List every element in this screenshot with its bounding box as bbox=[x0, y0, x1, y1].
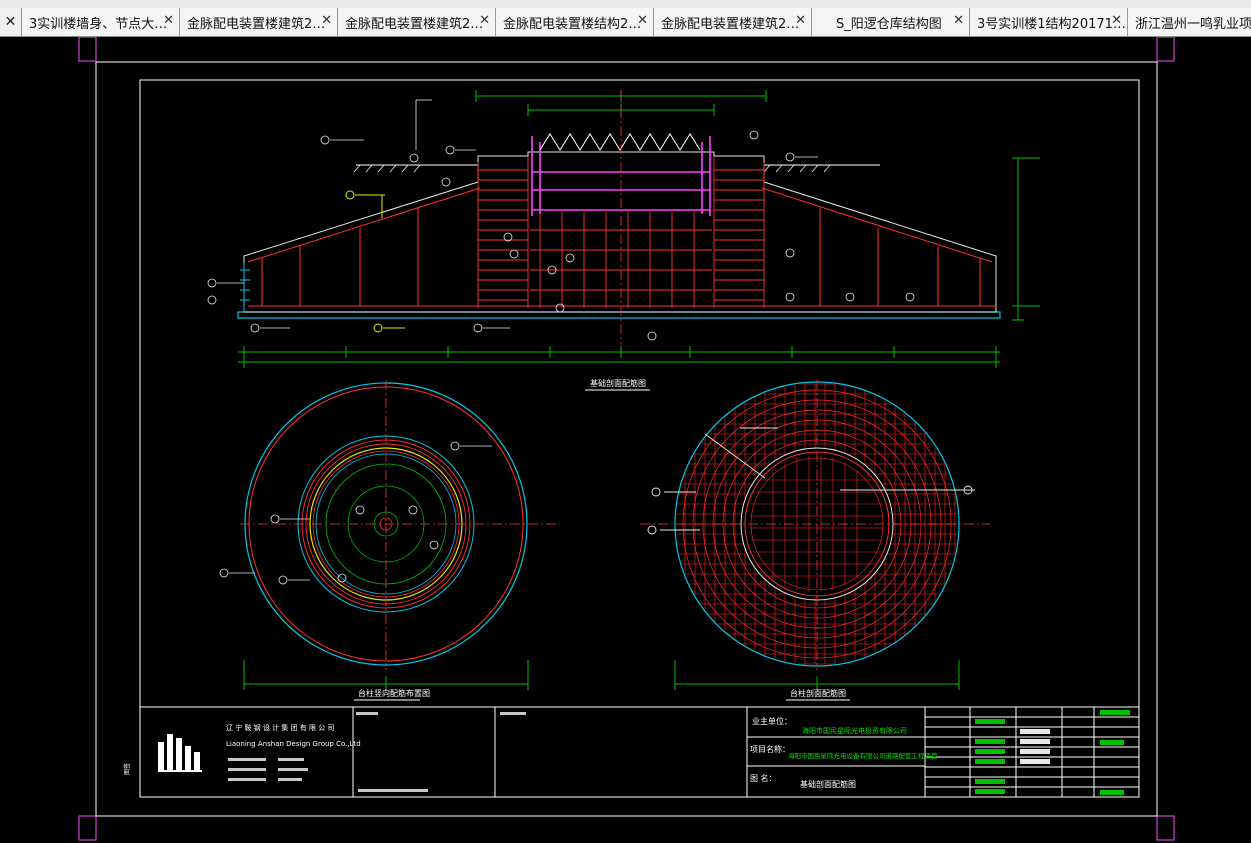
drawing-frame bbox=[139, 79, 1140, 798]
project-value: 海阳市国民星际光电设备有限公司道路配套工程项目 bbox=[788, 751, 938, 760]
close-icon[interactable]: ✕ bbox=[163, 13, 174, 28]
tab-label: 金脉配电装置楼建筑2… bbox=[187, 16, 326, 32]
tab-label: 3实训楼墙身、节点大… bbox=[29, 16, 168, 32]
drawing-tab[interactable]: 金脉配电装置楼建筑2… ✕ bbox=[337, 8, 495, 36]
drawing-tab[interactable]: 3实训楼墙身、节点大… ✕ bbox=[21, 8, 179, 36]
title-block-grid-marks bbox=[975, 710, 1130, 795]
close-icon[interactable]: ✕ bbox=[479, 13, 490, 28]
company-logo bbox=[158, 734, 202, 772]
drawing-tab-bar: ✕ 3实训楼墙身、节点大… ✕ 金脉配电装置楼建筑2… ✕ 金脉配电装置楼建筑2… ✕… bbox=[0, 8, 1251, 37]
drawing-tab[interactable]: 浙江温州一鸣乳业项… bbox=[1127, 8, 1251, 36]
close-icon[interactable]: ✕ bbox=[321, 13, 332, 28]
drawing-canvas[interactable]: 基础剖面配筋图 台柱竖向配筋布置图 台柱剖面配筋图 辽 宁 鞍 钢 设 计 集 … bbox=[0, 37, 1251, 843]
close-icon: ✕ bbox=[4, 14, 17, 30]
company-name-cn: 辽 宁 鞍 钢 设 计 集 团 有 限 公 司 bbox=[226, 723, 334, 732]
drawing-tab[interactable]: 金脉配电装置楼建筑2… ✕ bbox=[179, 8, 337, 36]
drawing-tab[interactable]: 金脉配电装置楼建筑2… ✕ bbox=[653, 8, 811, 36]
drawing-name-label: 图 名： bbox=[750, 773, 777, 783]
column-vertical-rebar-plan: 台柱竖向配筋布置图 bbox=[219, 380, 560, 701]
tab-label: 金脉配电装置楼建筑2… bbox=[661, 16, 800, 32]
side-label: 图签 bbox=[123, 763, 131, 775]
owner-value: 海阳市国民星际光电投资有限公司 bbox=[802, 726, 907, 735]
section-title: 基础剖面配筋图 bbox=[590, 378, 646, 388]
close-icon[interactable]: ✕ bbox=[637, 13, 648, 28]
tab-label: 金脉配电装置楼建筑2… bbox=[345, 16, 484, 32]
plan-left-title: 台柱竖向配筋布置图 bbox=[358, 688, 430, 698]
drawing-name-value: 基础剖面配筋图 bbox=[800, 779, 856, 789]
paper-corner-markers bbox=[78, 37, 1175, 841]
drawing-tab[interactable]: S_阳逻仓库结构图 ✕ bbox=[811, 8, 969, 36]
close-tab-button[interactable]: ✕ bbox=[0, 8, 21, 36]
drawing-tab[interactable]: 3号实训楼1结构20171… ✕ bbox=[969, 8, 1127, 36]
company-name-en: Liaoning Anshan Design Group Co.,Ltd bbox=[226, 740, 361, 748]
close-icon[interactable]: ✕ bbox=[953, 13, 964, 28]
plan-right-title: 台柱剖面配筋图 bbox=[790, 688, 846, 698]
tab-label: S_阳逻仓库结构图 bbox=[836, 16, 942, 32]
close-icon[interactable]: ✕ bbox=[795, 13, 806, 28]
column-section-rebar-plan: 台柱剖面配筋图 bbox=[640, 380, 990, 701]
tab-label: 3号实训楼1结构20171… bbox=[977, 16, 1126, 32]
tab-label: 浙江温州一鸣乳业项… bbox=[1135, 16, 1251, 32]
close-icon[interactable]: ✕ bbox=[1111, 13, 1122, 28]
owner-label: 业主单位： bbox=[752, 716, 792, 726]
project-label: 项目名称： bbox=[750, 744, 790, 754]
foundation-section-view: 基础剖面配筋图 bbox=[207, 90, 1040, 391]
drawing-tab[interactable]: 金脉配电装置楼结构2… ✕ bbox=[495, 8, 653, 36]
sheet-border bbox=[95, 61, 1158, 817]
tab-label: 金脉配电装置楼结构2… bbox=[503, 16, 642, 32]
